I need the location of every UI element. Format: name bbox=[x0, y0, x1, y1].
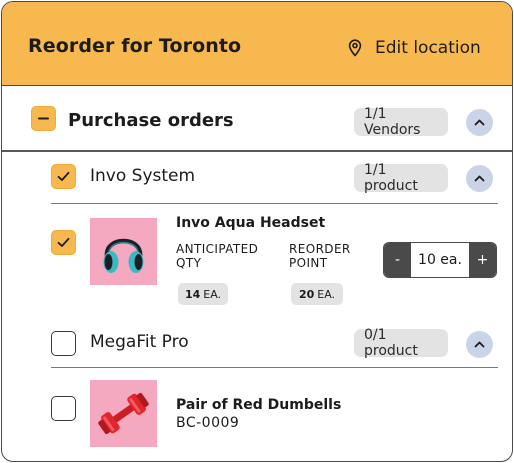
anticipated-qty-unit: EA. bbox=[203, 287, 222, 301]
reorder-point-label-line2: POINT bbox=[289, 256, 328, 270]
anticipated-qty-header: ANTICIPATED QTY bbox=[176, 242, 258, 270]
page-title: Reorder for Toronto bbox=[28, 35, 242, 57]
anticipated-qty-value: 14 EA. bbox=[178, 283, 228, 305]
anticipated-qty-label-line1: ANTICIPATED bbox=[176, 242, 259, 256]
chevron-up-icon bbox=[474, 119, 485, 126]
vendor-checkbox-invo-system[interactable] bbox=[51, 164, 76, 189]
vendor-name: MegaFit Pro bbox=[90, 332, 189, 352]
product-name: Invo Aqua Headset bbox=[176, 215, 326, 231]
minus-icon bbox=[38, 117, 49, 120]
headphones-icon bbox=[103, 238, 144, 273]
vendor-collapse-button[interactable] bbox=[466, 165, 493, 192]
purchase-orders-collapse-button[interactable] bbox=[466, 109, 493, 136]
checkmark-icon bbox=[57, 171, 70, 181]
anticipated-qty-number: 14 bbox=[184, 287, 201, 301]
chevron-up-icon bbox=[474, 341, 485, 348]
vendors-count-badge: 1/1 Vendors bbox=[354, 106, 448, 138]
product-checkbox-invo-aqua-headset[interactable] bbox=[51, 230, 76, 255]
vendor-checkbox-megafit-pro[interactable] bbox=[51, 331, 76, 356]
vendor-divider bbox=[51, 203, 498, 204]
product-checkbox-pair-of-red-dumbells[interactable] bbox=[51, 396, 76, 421]
map-pin-icon bbox=[348, 39, 362, 57]
product-name: Pair of Red Dumbells bbox=[176, 397, 342, 413]
card-header: Reorder for Toronto Edit location bbox=[2, 2, 512, 86]
vendor-collapse-button[interactable] bbox=[466, 331, 493, 358]
reorder-point-value: 20 EA. bbox=[291, 283, 343, 305]
section-divider bbox=[2, 150, 512, 152]
vendor-product-count-badge: 1/1 product bbox=[354, 162, 448, 194]
product-image bbox=[90, 218, 157, 285]
vendor-name: Invo System bbox=[90, 166, 196, 186]
reorder-point-header: REORDER POINT bbox=[289, 242, 351, 270]
checkmark-icon bbox=[57, 237, 70, 247]
product-image bbox=[90, 380, 157, 447]
quantity-value[interactable]: 10 ea. bbox=[411, 243, 469, 277]
edit-location-button[interactable]: Edit location bbox=[345, 38, 481, 58]
vendor-divider bbox=[51, 367, 498, 368]
edit-location-label: Edit location bbox=[375, 38, 481, 58]
reorder-card: Reorder for Toronto Edit location Purcha… bbox=[1, 1, 513, 462]
quantity-stepper: - 10 ea. + bbox=[383, 242, 497, 278]
chevron-up-icon bbox=[474, 175, 485, 182]
reorder-point-unit: EA. bbox=[317, 287, 336, 301]
product-sku: BC-0009 bbox=[176, 415, 240, 431]
reorder-point-label-line1: REORDER bbox=[289, 242, 351, 256]
purchase-orders-label: Purchase orders bbox=[68, 110, 234, 131]
anticipated-qty-label-line2: QTY bbox=[176, 256, 202, 270]
vendor-product-count-badge: 0/1 product bbox=[354, 327, 448, 359]
purchase-orders-checkbox[interactable] bbox=[31, 106, 56, 131]
dumbbell-icon bbox=[98, 392, 149, 435]
decrement-button[interactable]: - bbox=[384, 243, 411, 277]
increment-button[interactable]: + bbox=[469, 243, 496, 277]
reorder-point-number: 20 bbox=[298, 287, 315, 301]
